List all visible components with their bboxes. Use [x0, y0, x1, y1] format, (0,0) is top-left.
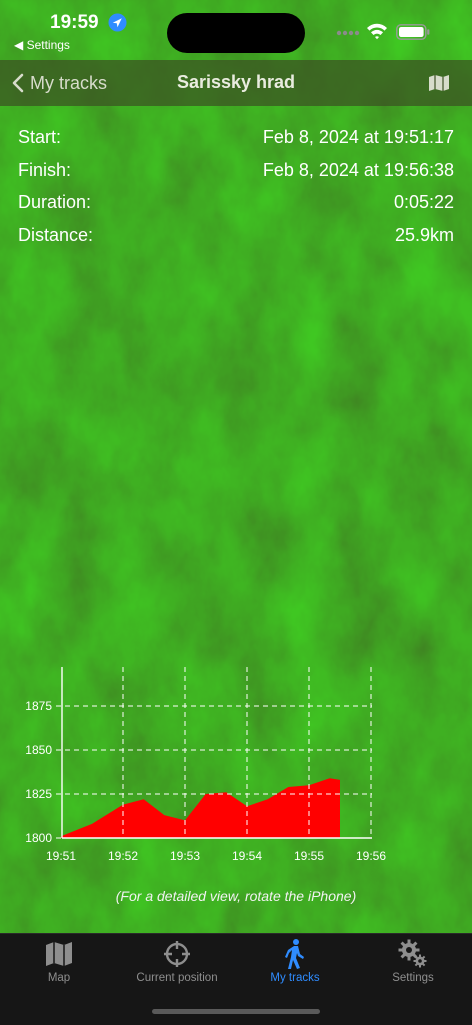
y-tick-label: 1850 [25, 743, 52, 757]
battery-icon [396, 24, 430, 40]
tab-label: Current position [136, 972, 218, 984]
tab-my-tracks[interactable]: My tracks [236, 934, 354, 994]
y-tick-label: 1800 [25, 831, 52, 845]
y-tick-label: 1875 [25, 699, 52, 713]
tab-map[interactable]: Map [0, 934, 118, 994]
location-arrow-icon [108, 13, 127, 32]
info-label: Distance: [18, 224, 94, 245]
page-title: Sarissky hrad [176, 72, 296, 92]
status-time: 19:59 [50, 12, 99, 33]
info-row-start: Start: Feb 8, 2024 at 19:51:17 [18, 124, 454, 157]
crosshair-icon [164, 941, 190, 967]
elevation-chart[interactable]: 1800 1825 1850 1875 19:51 19:52 19:53 19:54 19:5… [0, 655, 472, 880]
tab-label: My tracks [270, 972, 320, 984]
info-row-duration: Duration: 0:05:22 [18, 189, 454, 222]
elevation-area [61, 778, 340, 838]
info-label: Start: [18, 127, 62, 147]
back-to-settings-link[interactable]: ◀ Settings [14, 38, 70, 52]
x-tick-label: 19:53 [170, 849, 200, 863]
track-info: Start: Feb 8, 2024 at 19:51:17 Finish: F… [18, 124, 454, 254]
x-tick-label: 19:56 [356, 849, 386, 863]
info-value: 0:05:22 [393, 192, 454, 212]
x-tick-label: 19:54 [232, 849, 262, 863]
info-value: Feb 8, 2024 at 19:51:17 [262, 127, 454, 147]
home-indicator [152, 1009, 320, 1014]
map-icon [46, 942, 72, 966]
chart-hint: (For a detailed view, rotate the iPhone) [115, 888, 357, 904]
navigation-bar: My tracks Sarissky hrad [0, 60, 472, 106]
info-value: Feb 8, 2024 at 19:56:38 [262, 159, 454, 180]
tab-label: Settings [392, 972, 434, 984]
info-value: 25.9km [394, 224, 454, 245]
x-tick-label: 19:52 [108, 849, 138, 863]
gear-icon [398, 939, 427, 968]
cellular-signal-icon [336, 30, 360, 36]
map-icon[interactable] [428, 74, 450, 92]
dynamic-island [167, 13, 305, 53]
status-bar: 19:59 ◀ Settings [0, 0, 472, 60]
x-tick-label: 19:55 [294, 849, 324, 863]
wifi-icon [367, 23, 387, 40]
info-row-finish: Finish: Feb 8, 2024 at 19:56:38 [18, 157, 454, 190]
walking-icon [285, 939, 304, 969]
y-tick-label: 1825 [25, 787, 52, 801]
tab-settings[interactable]: Settings [354, 934, 472, 994]
x-tick-label: 19:51 [46, 849, 76, 863]
info-label: Finish: [18, 159, 72, 180]
info-row-distance: Distance: 25.9km [18, 222, 454, 255]
tab-current-position[interactable]: Current position [118, 934, 236, 994]
info-label: Duration: [18, 192, 92, 212]
tab-label: Map [47, 972, 71, 984]
